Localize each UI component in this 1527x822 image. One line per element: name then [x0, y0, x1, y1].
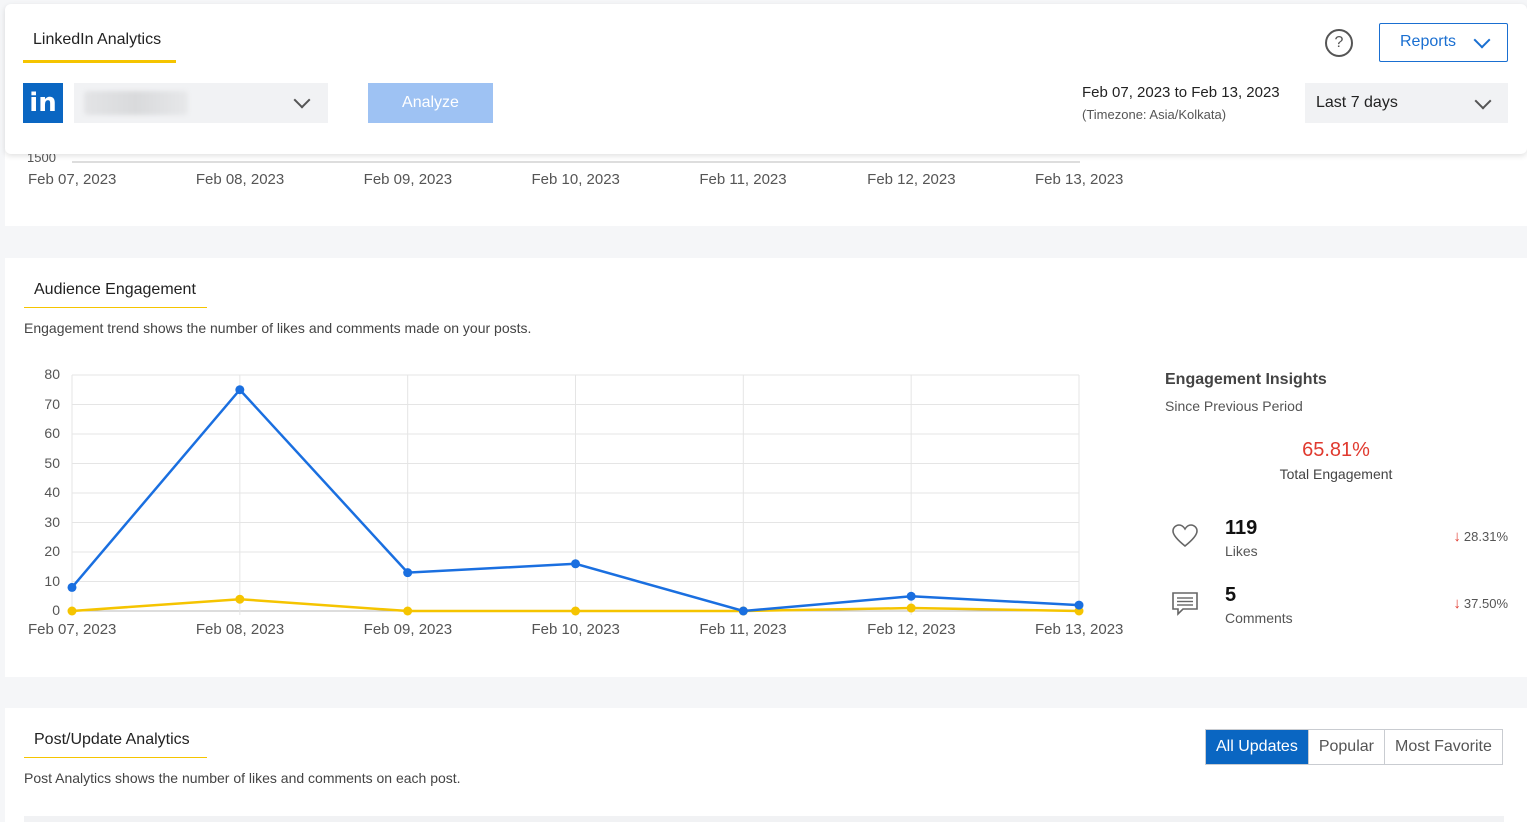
top-x-tick-label-0: Feb 07, 2023 — [28, 171, 117, 188]
arrow-down-icon: ↓ — [1453, 528, 1461, 545]
y-tick-label-3: 30 — [44, 513, 60, 530]
x-tick-label-6: Feb 13, 2023 — [1035, 621, 1124, 638]
insights-subtitle: Since Previous Period — [1165, 398, 1303, 414]
header-card: LinkedIn Analytics in Analyze Feb 07, 20… — [5, 4, 1527, 154]
date-range-text: Feb 07, 2023 to Feb 13, 2023 — [1082, 84, 1280, 101]
period-select-value: Last 7 days — [1316, 94, 1398, 111]
posts-title: Post/Update Analytics — [34, 731, 190, 748]
analytics-tab[interactable]: LinkedIn Analytics — [23, 31, 171, 49]
top-x-tick-label-5: Feb 12, 2023 — [867, 171, 956, 188]
posts-content-edge — [24, 816, 1504, 822]
comments-change-value: 37.50% — [1463, 596, 1508, 611]
chevron-down-icon — [293, 91, 311, 109]
help-icon[interactable]: ? — [1325, 29, 1353, 57]
filter-popular[interactable]: Popular — [1309, 730, 1385, 764]
y-tick-label-5: 50 — [44, 454, 60, 471]
analyze-button[interactable]: Analyze — [368, 83, 493, 123]
comments-change: ↓ 37.50% — [1428, 595, 1508, 612]
posts-subtitle: Post Analytics shows the number of likes… — [24, 770, 461, 786]
engagement-subtitle: Engagement trend shows the number of lik… — [24, 320, 532, 336]
y-tick-label-1: 10 — [44, 572, 60, 589]
linkedin-logo-icon: in — [23, 83, 63, 123]
filter-most-favorite[interactable]: Most Favorite — [1385, 730, 1502, 764]
period-select[interactable]: Last 7 days — [1305, 83, 1508, 123]
y-tick-label-2: 20 — [44, 543, 60, 559]
insights-title: Engagement Insights — [1165, 371, 1327, 388]
filter-all-updates[interactable]: All Updates — [1206, 730, 1309, 764]
y-tick-label-7: 70 — [44, 395, 60, 412]
top-x-tick-label-1: Feb 08, 2023 — [195, 171, 285, 188]
engagement-title: Audience Engagement — [34, 281, 196, 298]
y-tick-label-0: 0 — [52, 602, 60, 618]
x-tick-label-4: Feb 11, 2023 — [699, 621, 787, 638]
post-filter-group: All Updates Popular Most Favorite — [1205, 729, 1503, 765]
arrow-down-icon: ↓ — [1453, 595, 1461, 612]
top-x-tick-label-6: Feb 13, 2023 — [1035, 171, 1124, 188]
chevron-down-icon — [1473, 31, 1491, 49]
top-x-tick-label-3: Feb 10, 2023 — [531, 171, 620, 188]
x-tick-label-3: Feb 10, 2023 — [531, 621, 620, 638]
analytics-tab-underline — [23, 60, 176, 63]
top-x-tick-label-2: Feb 09, 2023 — [363, 171, 453, 188]
reports-button[interactable]: Reports — [1379, 23, 1508, 62]
posts-title-underline — [24, 757, 207, 758]
engagement-title-underline — [24, 307, 207, 308]
y-tick-label-4: 40 — [44, 484, 60, 500]
x-tick-label-5: Feb 12, 2023 — [867, 621, 956, 638]
likes-change-value: 28.31% — [1463, 529, 1508, 544]
x-tick-label-2: Feb 09, 2023 — [363, 621, 453, 638]
heart-icon — [1172, 524, 1198, 548]
account-name-redacted — [84, 91, 188, 115]
likes-label: Likes — [1225, 543, 1258, 559]
x-tick-label-1: Feb 08, 2023 — [195, 621, 285, 638]
timezone-text: (Timezone: Asia/Kolkata) — [1082, 107, 1227, 122]
y-tick-label-8: 80 — [44, 366, 60, 382]
account-select[interactable] — [74, 83, 328, 123]
y-tick-label-6: 60 — [44, 425, 60, 441]
total-engagement-label: Total Engagement — [1279, 466, 1393, 482]
comment-icon — [1172, 592, 1198, 616]
comments-label: Comments — [1225, 610, 1293, 626]
total-engagement-pct: 65.81% — [1302, 439, 1370, 461]
chevron-down-icon — [1474, 92, 1492, 110]
top-x-tick-label-4: Feb 11, 2023 — [699, 171, 787, 188]
comments-value: 5 — [1225, 584, 1237, 606]
reports-button-label: Reports — [1400, 33, 1457, 50]
x-tick-label-0: Feb 07, 2023 — [28, 621, 117, 638]
likes-value: 119 — [1225, 517, 1258, 539]
posts-card: Post/Update Analytics Post Analytics sho… — [5, 708, 1527, 822]
likes-change: ↓ 28.31% — [1428, 528, 1508, 545]
